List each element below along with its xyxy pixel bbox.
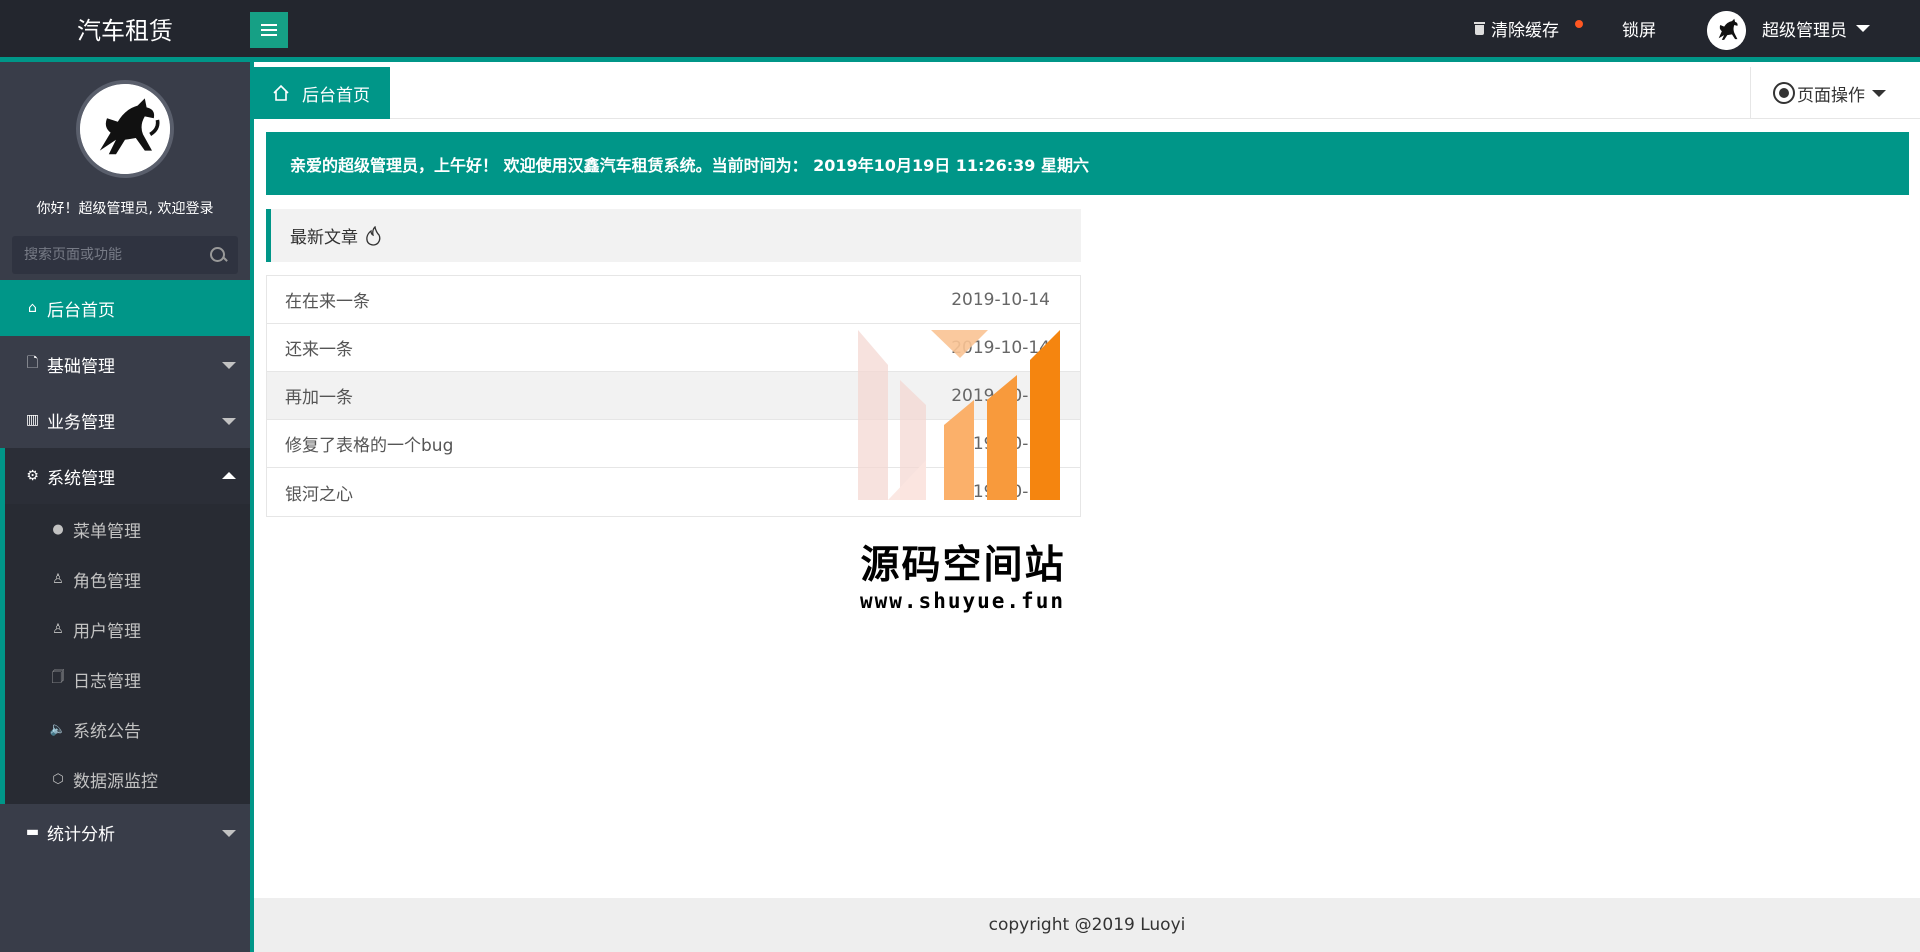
horse-logo-icon	[80, 84, 170, 174]
search-icon[interactable]	[210, 247, 226, 263]
home-icon: ⌂	[28, 300, 37, 316]
clear-cache-button[interactable]: 清除缓存	[1474, 0, 1559, 57]
sidebar-item-label: 统计分析	[47, 824, 115, 845]
article-title: 银河之心	[285, 484, 353, 505]
sidebar-subitem-label: 日志管理	[73, 671, 141, 692]
article-title: 在在来一条	[285, 292, 370, 312]
sidebar-subitem-label: 系统公告	[73, 721, 141, 742]
sidebar-subitem-label: 数据源监控	[73, 771, 158, 792]
sidebar-subitem-notice[interactable]: 🔈 系统公告	[0, 704, 250, 754]
user-name-label: 超级管理员	[1762, 21, 1847, 41]
target-icon	[1773, 82, 1795, 104]
gear-icon: ⚙	[26, 468, 39, 484]
notification-dot	[1575, 20, 1583, 28]
sidebar-item-basic[interactable]: 🗋 基础管理	[0, 336, 250, 392]
book-icon: ▥	[25, 412, 40, 428]
sidebar-item-stats[interactable]: ▬ 统计分析	[0, 804, 250, 860]
sidebar-subitem-datasource[interactable]: ⬡ 数据源监控	[0, 754, 250, 804]
search-input[interactable]	[12, 236, 202, 274]
trash-icon	[1474, 22, 1485, 35]
users-icon: ♙	[52, 621, 64, 637]
sidebar-avatar	[76, 80, 174, 178]
cube-icon: ⬡	[52, 771, 64, 787]
sidebar-nav: ⌂ 后台首页 🗋 基础管理 ▥ 业务管理 ⚙ 系统管理 ● 菜单管理 ♙ 角色管…	[0, 280, 250, 860]
sidebar-subitem-log[interactable]: 🗍 日志管理	[0, 654, 250, 704]
top-header: 汽车租赁 清除缓存 锁屏 超级管理员	[0, 0, 1920, 62]
tab-home-label: 后台首页	[302, 85, 370, 106]
sidebar-item-system[interactable]: ⚙ 系统管理	[0, 448, 250, 504]
welcome-banner: 亲爱的超级管理员，上午好！ 欢迎使用汉鑫汽车租赁系统。当前时间为： 2019年1…	[266, 132, 1909, 195]
sidebar-item-label: 后台首页	[47, 300, 115, 321]
home-icon	[272, 84, 290, 102]
sidebar-item-label: 系统管理	[47, 468, 115, 489]
sidebar-subitem-label: 角色管理	[73, 571, 141, 592]
user-menu[interactable]: 超级管理员	[1762, 0, 1870, 57]
lock-screen-button[interactable]: 锁屏	[1622, 0, 1656, 57]
sidebar-subitem-menu[interactable]: ● 菜单管理	[0, 504, 250, 554]
sidebar-item-home[interactable]: ⌂ 后台首页	[0, 280, 250, 336]
chevron-down-icon	[222, 418, 236, 425]
sidebar-search	[12, 236, 238, 274]
chevron-down-icon	[1872, 89, 1886, 97]
latest-articles-title: 最新文章	[290, 228, 358, 248]
article-title: 还来一条	[285, 340, 353, 360]
article-title: 再加一条	[285, 388, 353, 408]
circle-icon: ●	[52, 521, 64, 537]
table-row[interactable]: 在在来一条 2019-10-14	[267, 276, 1080, 324]
menu-toggle-button[interactable]	[250, 12, 288, 48]
article-date: 2019-10-14	[951, 289, 1050, 310]
user-icon: ♙	[52, 571, 64, 587]
hamburger-icon	[261, 24, 277, 36]
tab-home[interactable]: 后台首页	[254, 67, 390, 119]
fire-icon	[364, 225, 382, 246]
speaker-icon: 🔈	[49, 721, 67, 737]
sidebar-item-business[interactable]: ▥ 业务管理	[0, 392, 250, 448]
footer: copyright @2019 Luoyi	[254, 898, 1920, 952]
sidebar-item-label: 业务管理	[47, 412, 115, 433]
watermark-text: 源码空间站	[860, 543, 1066, 588]
chevron-down-icon	[1856, 25, 1870, 32]
page-operations-button[interactable]: 页面操作	[1750, 67, 1920, 119]
sidebar-subitem-role[interactable]: ♙ 角色管理	[0, 554, 250, 604]
file-icon: 🗋	[26, 355, 39, 371]
chevron-down-icon	[222, 362, 236, 369]
sidebar-item-label: 基础管理	[47, 356, 115, 377]
chart-icon: ▬	[25, 824, 40, 840]
user-avatar[interactable]	[1707, 11, 1746, 50]
sidebar-subitem-label: 菜单管理	[73, 521, 141, 542]
chevron-down-icon	[222, 830, 236, 837]
page-operations-label: 页面操作	[1797, 85, 1865, 106]
article-title: 修复了表格的一个bug	[285, 436, 454, 456]
sidebar-subitem-label: 用户管理	[73, 621, 141, 642]
watermark-url: www.shuyue.fun	[859, 589, 1065, 613]
chevron-up-icon	[222, 472, 236, 479]
header-accent-line	[0, 57, 1920, 62]
note-icon: 🗍	[51, 670, 65, 685]
sidebar: 你好！超级管理员, 欢迎登录 ⌂ 后台首页 🗋 基础管理 ▥ 业务管理 ⚙ 系统…	[0, 62, 250, 952]
app-logo[interactable]: 汽车租赁	[0, 0, 250, 57]
sidebar-welcome-text: 你好！超级管理员, 欢迎登录	[36, 201, 214, 217]
horse-icon	[1707, 11, 1746, 50]
main-accent-border	[250, 62, 254, 952]
sidebar-subnav-system: ● 菜单管理 ♙ 角色管理 ♙ 用户管理 🗍 日志管理 🔈 系统公告 ⬡ 数据源	[0, 504, 250, 804]
latest-articles-header: 最新文章	[266, 209, 1081, 262]
tab-bar: 后台首页 页面操作	[254, 67, 1920, 119]
sidebar-subitem-user[interactable]: ♙ 用户管理	[0, 604, 250, 654]
clear-cache-label: 清除缓存	[1491, 21, 1559, 41]
